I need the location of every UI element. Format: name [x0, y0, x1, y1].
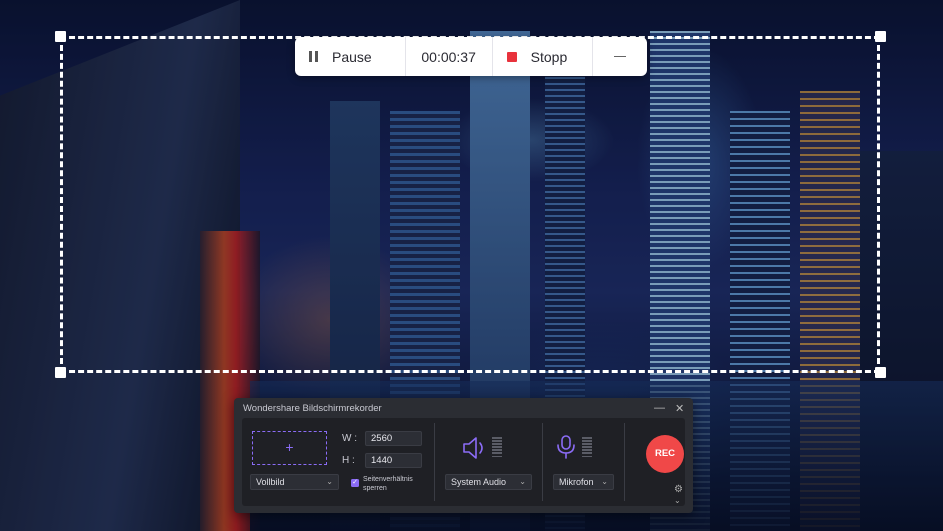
chevron-down-icon: ⌄ — [674, 496, 681, 505]
aspect-lock-checkbox[interactable]: ✓ — [351, 479, 359, 487]
microphone-select[interactable]: Mikrofon ⌄ — [553, 474, 614, 490]
speaker-icon[interactable] — [462, 436, 488, 460]
recording-toolbar: Pause 00:00:37 Stopp — [295, 37, 647, 76]
recording-timer: 00:00:37 — [406, 37, 493, 76]
stop-icon — [506, 51, 517, 62]
timer-value: 00:00:37 — [421, 48, 476, 65]
resize-handle-bottom-left[interactable] — [55, 367, 66, 378]
chevron-down-icon: ⌄ — [326, 477, 333, 486]
microphone-icon[interactable] — [556, 434, 576, 460]
capture-mode-value: Vollbild — [256, 477, 285, 487]
chevron-down-icon: ⌄ — [601, 477, 608, 486]
settings-gear-icon[interactable]: ⚙ ⌄ — [674, 484, 685, 506]
panel-minimize-button[interactable]: — — [654, 402, 665, 414]
width-value: 2560 — [371, 433, 393, 444]
capture-region-frame[interactable] — [60, 36, 880, 373]
capture-area-selector[interactable]: + — [252, 431, 327, 465]
microphone-level-meter — [582, 437, 592, 459]
divider — [624, 423, 625, 501]
system-audio-select[interactable]: System Audio ⌄ — [445, 474, 532, 490]
chevron-down-icon: ⌄ — [519, 477, 526, 486]
width-label: W : — [342, 433, 357, 444]
panel-title: Wondershare Bildschirmrekorder — [243, 403, 382, 414]
pause-icon — [309, 51, 318, 62]
system-audio-level-meter — [492, 437, 502, 459]
plus-icon: + — [285, 439, 294, 455]
minimize-toolbar-button[interactable] — [593, 37, 647, 76]
divider — [542, 423, 543, 501]
resize-handle-top-right[interactable] — [875, 31, 886, 42]
height-label: H : — [342, 455, 355, 466]
capture-mode-select[interactable]: Vollbild ⌄ — [250, 474, 339, 490]
rec-button[interactable]: REC — [646, 435, 684, 473]
stop-button[interactable]: Stopp — [493, 37, 594, 76]
panel-close-button[interactable]: ✕ — [675, 402, 684, 415]
recorder-panel: Wondershare Bildschirmrekorder — ✕ + Vol… — [234, 398, 693, 513]
width-input[interactable]: 2560 — [365, 431, 422, 446]
microphone-value: Mikrofon — [559, 477, 594, 487]
resize-handle-top-left[interactable] — [55, 31, 66, 42]
panel-body: + Vollbild ⌄ W : 2560 H : 1440 ✓ Seitenv… — [242, 418, 685, 506]
divider — [434, 423, 435, 501]
aspect-lock-label: Seitenverhältnis sperren — [363, 476, 413, 492]
stop-label: Stopp — [530, 48, 568, 65]
height-value: 1440 — [371, 455, 393, 466]
gear-icon: ⚙ — [674, 484, 683, 495]
minimize-icon — [614, 55, 627, 58]
pause-button[interactable]: Pause — [295, 37, 406, 76]
system-audio-value: System Audio — [451, 477, 507, 487]
resize-handle-bottom-right[interactable] — [875, 367, 886, 378]
pause-label: Pause — [332, 48, 372, 65]
height-input[interactable]: 1440 — [365, 453, 422, 468]
